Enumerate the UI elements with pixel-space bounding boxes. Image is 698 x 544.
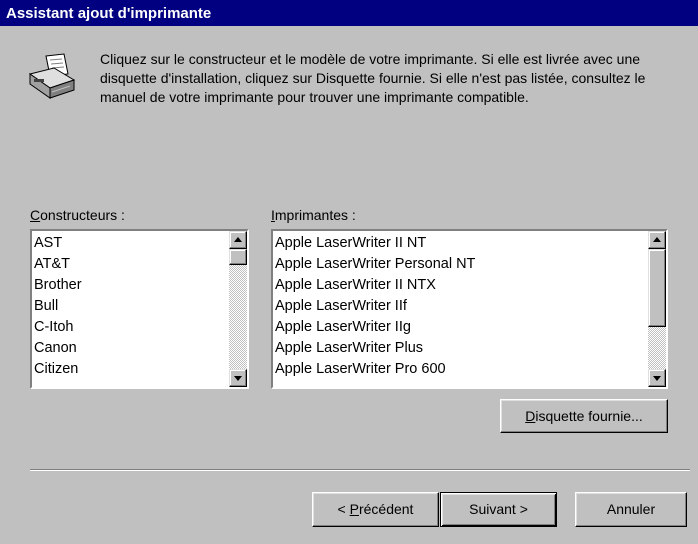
printers-listbox[interactable]: Apple LaserWriter II NT Apple LaserWriter… [271, 229, 668, 389]
printer-list-item[interactable]: Apple LaserWriter II NT [275, 233, 475, 254]
arrow-up-icon [653, 237, 661, 242]
printers-label: Imprimantes : [271, 207, 356, 223]
printer-icon [28, 53, 76, 99]
back-button[interactable]: < Précédent [312, 492, 439, 527]
arrow-down-icon [653, 376, 661, 381]
printers-scrollbar[interactable] [648, 231, 666, 387]
title-bar: Assistant ajout d'imprimante [0, 0, 698, 26]
manufacturer-list-item[interactable]: AT&T [34, 254, 82, 275]
arrow-up-icon [234, 237, 242, 242]
printer-list-item[interactable]: Apple LaserWriter Personal NT [275, 254, 475, 275]
manufacturers-listbox[interactable]: AST AT&T Brother Bull C-Itoh Canon Citizen [30, 229, 249, 389]
manufacturer-list-item[interactable]: Citizen [34, 359, 82, 380]
separator [30, 469, 690, 471]
printer-list-item[interactable]: Apple LaserWriter IIf [275, 296, 475, 317]
manufacturers-label: Constructeurs : [30, 207, 125, 223]
arrow-down-icon [234, 376, 242, 381]
manufacturers-scrollbar[interactable] [229, 231, 247, 387]
printer-list-item[interactable]: Apple LaserWriter Pro 600 [275, 359, 475, 380]
cancel-button[interactable]: Annuler [575, 492, 687, 527]
printers-scroll-thumb[interactable] [648, 249, 666, 327]
printers-scroll-down-button[interactable] [648, 369, 666, 387]
manufacturer-list-item[interactable]: C-Itoh [34, 317, 82, 338]
window-title: Assistant ajout d'imprimante [6, 5, 212, 22]
printer-list-item[interactable]: Apple LaserWriter IIg [275, 317, 475, 338]
manufacturer-list-item[interactable]: AST [34, 233, 82, 254]
manufacturer-list-item[interactable]: Canon [34, 338, 82, 359]
manufacturers-scroll-down-button[interactable] [229, 369, 247, 387]
printers-scroll-up-button[interactable] [648, 231, 666, 249]
printer-list-item[interactable]: Apple LaserWriter Plus [275, 338, 475, 359]
have-disk-button[interactable]: Disquette fournie... [500, 399, 668, 433]
next-button[interactable]: Suivant > [440, 492, 557, 527]
manufacturers-scroll-thumb[interactable] [229, 249, 247, 265]
manufacturers-scroll-up-button[interactable] [229, 231, 247, 249]
manufacturer-list-item[interactable]: Bull [34, 296, 82, 317]
instructions-text: Cliquez sur le constructeur et le modèle… [100, 51, 646, 105]
printer-list-item[interactable]: Apple LaserWriter II NTX [275, 275, 475, 296]
manufacturer-list-item[interactable]: Brother [34, 275, 82, 296]
